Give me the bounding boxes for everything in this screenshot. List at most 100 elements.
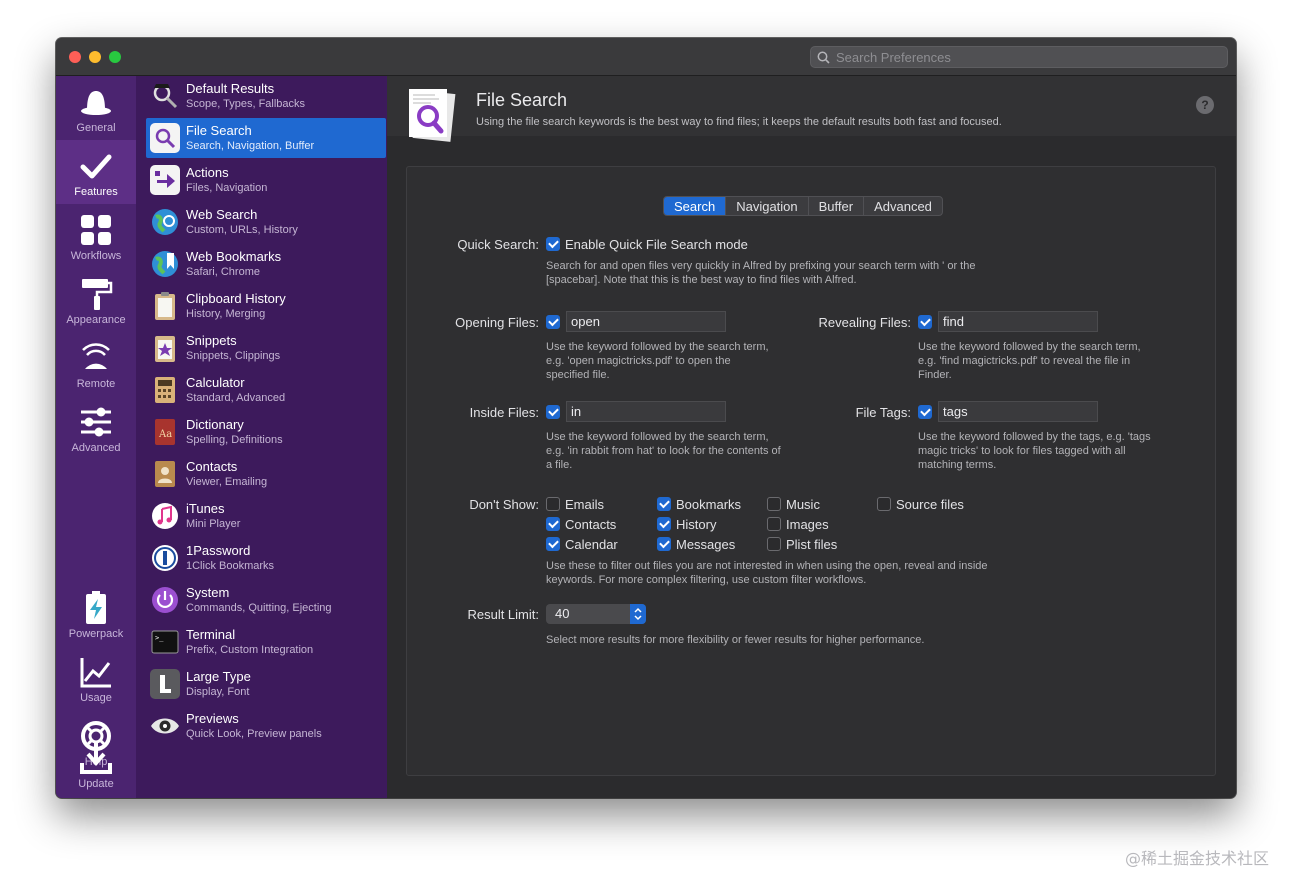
dont-show-music-label: Music <box>786 497 820 512</box>
dont-show-contacts-label: Contacts <box>565 517 617 532</box>
file-tags-label: File Tags: <box>855 405 911 420</box>
feature-list: Default Results Scope, Types, Fallbacks … <box>136 76 387 798</box>
quick-search-label: Quick Search: <box>457 237 539 252</box>
tab-navigation[interactable]: Navigation <box>726 197 809 215</box>
download-icon <box>78 740 114 776</box>
result-limit-select[interactable]: 40 <box>546 604 646 624</box>
remote-icon <box>78 340 114 376</box>
help-button[interactable]: ? <box>1196 96 1214 114</box>
feature-default-results[interactable]: Default Results Scope, Types, Fallbacks <box>146 76 386 116</box>
rail-item-features[interactable]: Features <box>56 140 136 204</box>
dont-show-contacts-checkbox[interactable] <box>546 517 560 531</box>
chart-icon <box>78 654 114 690</box>
dont-show-plist-files-label: Plist files <box>786 537 838 552</box>
feature-snippets[interactable]: Snippets Snippets, Clippings <box>146 328 386 368</box>
feature-title: Web Search <box>186 207 258 222</box>
feature-large-type[interactable]: Large Type Display, Font <box>146 664 386 704</box>
feature-subtitle: Quick Look, Preview panels <box>186 728 322 740</box>
terminal-icon: >_ <box>150 627 180 657</box>
inside-files-keyword-input[interactable] <box>566 401 726 422</box>
opening-files-keyword-input[interactable] <box>566 311 726 332</box>
feature-clipboard-history[interactable]: Clipboard History History, Merging <box>146 286 386 326</box>
magnifier-hat-icon <box>150 81 180 111</box>
feature-title: Dictionary <box>186 417 244 432</box>
zoom-window-button[interactable] <box>109 51 121 63</box>
feature-subtitle: Scope, Types, Fallbacks <box>186 98 306 110</box>
rail-item-label: General <box>76 122 116 134</box>
feature-title: Snippets <box>186 333 237 348</box>
search-preferences-input[interactable] <box>836 49 1216 65</box>
inside-files-help: Use the keyword followed by the search t… <box>546 431 781 471</box>
tab-advanced[interactable]: Advanced <box>864 197 942 215</box>
search-icon <box>817 51 830 64</box>
onepassword-icon <box>150 543 180 573</box>
rail-item-label: Powerpack <box>68 628 124 640</box>
checkmark-icon <box>78 148 114 184</box>
opening-files-checkbox[interactable] <box>546 315 560 329</box>
feature-actions[interactable]: Actions Files, Navigation <box>146 160 386 200</box>
feature-title: Calculator <box>186 375 245 390</box>
feature-terminal[interactable]: >_ Terminal Prefix, Custom Integration <box>146 622 386 662</box>
rail-item-update-button[interactable]: Update <box>56 736 136 798</box>
rail-item-advanced[interactable]: Advanced <box>56 396 136 460</box>
tab-buffer[interactable]: Buffer <box>809 197 865 215</box>
dont-show-messages-label: Messages <box>676 537 736 552</box>
feature-web-bookmarks[interactable]: Web Bookmarks Safari, Chrome <box>146 244 386 284</box>
feature-dictionary[interactable]: Aa Dictionary Spelling, Definitions <box>146 412 386 452</box>
dont-show-source-files-checkbox[interactable] <box>877 497 891 511</box>
globe-bookmark-icon <box>150 249 180 279</box>
dont-show-messages-checkbox[interactable] <box>657 537 671 551</box>
feature-calculator[interactable]: Calculator Standard, Advanced <box>146 370 386 410</box>
dont-show-label: Don't Show: <box>469 497 539 512</box>
revealing-files-keyword-input[interactable] <box>938 311 1098 332</box>
feature-1password[interactable]: 1Password 1Click Bookmarks <box>146 538 386 578</box>
rail-item-appearance[interactable]: Appearance <box>56 268 136 332</box>
feature-subtitle: Prefix, Custom Integration <box>186 644 314 656</box>
tab-search[interactable]: Search <box>664 197 727 215</box>
svg-text:>_: >_ <box>155 634 164 642</box>
feature-subtitle: Search, Navigation, Buffer <box>186 140 315 152</box>
dont-show-bookmarks-checkbox[interactable] <box>657 497 671 511</box>
revealing-files-help: Use the keyword followed by the search t… <box>918 341 1141 381</box>
close-window-button[interactable] <box>69 51 81 63</box>
dont-show-emails-label: Emails <box>565 497 605 512</box>
rail-item-remote[interactable]: Remote <box>56 332 136 396</box>
dont-show-images-label: Images <box>786 517 829 532</box>
file-search-icon <box>150 123 180 153</box>
inside-files-checkbox[interactable] <box>546 405 560 419</box>
revealing-files-checkbox[interactable] <box>918 315 932 329</box>
result-limit-help: Select more results for more flexibility… <box>546 634 925 646</box>
feature-subtitle: Commands, Quitting, Ejecting <box>186 602 332 614</box>
dont-show-bookmarks-label: Bookmarks <box>676 497 742 512</box>
dont-show-history-checkbox[interactable] <box>657 517 671 531</box>
dont-show-music-checkbox[interactable] <box>767 497 781 511</box>
rail-item-workflows[interactable]: Workflows <box>56 204 136 268</box>
feature-system[interactable]: System Commands, Quitting, Ejecting <box>146 580 386 620</box>
search-preferences-field[interactable] <box>810 46 1228 68</box>
feature-previews[interactable]: Previews Quick Look, Preview panels <box>146 706 386 746</box>
rail-item-usage[interactable]: Usage <box>56 646 136 710</box>
contacts-icon <box>150 459 180 489</box>
feature-itunes[interactable]: iTunes Mini Player <box>146 496 386 536</box>
quick-search-checkbox-label: Enable Quick File Search mode <box>565 237 748 252</box>
feature-web-search[interactable]: Web Search Custom, URLs, History <box>146 202 386 242</box>
minimize-window-button[interactable] <box>89 51 101 63</box>
rail-item-label: Update <box>78 778 114 790</box>
dont-show-plist-files-checkbox[interactable] <box>767 537 781 551</box>
feature-title: 1Password <box>186 543 251 558</box>
feature-title: iTunes <box>186 501 225 516</box>
snippets-icon <box>150 333 180 363</box>
dont-show-history-label: History <box>676 517 717 532</box>
rail-item-general[interactable]: General <box>56 76 136 140</box>
feature-contacts[interactable]: Contacts Viewer, Emailing <box>146 454 386 494</box>
feature-file-search[interactable]: File Search Search, Navigation, Buffer <box>146 118 386 158</box>
revealing-files-label: Revealing Files: <box>818 315 912 330</box>
file-tags-checkbox[interactable] <box>918 405 932 419</box>
dont-show-calendar-checkbox[interactable] <box>546 537 560 551</box>
file-tags-keyword-input[interactable] <box>938 401 1098 422</box>
dont-show-images-checkbox[interactable] <box>767 517 781 531</box>
dont-show-emails-checkbox[interactable] <box>546 497 560 511</box>
rail-item-powerpack[interactable]: Powerpack <box>56 582 136 646</box>
quick-search-checkbox[interactable] <box>546 237 560 251</box>
feature-title: Previews <box>186 711 239 726</box>
